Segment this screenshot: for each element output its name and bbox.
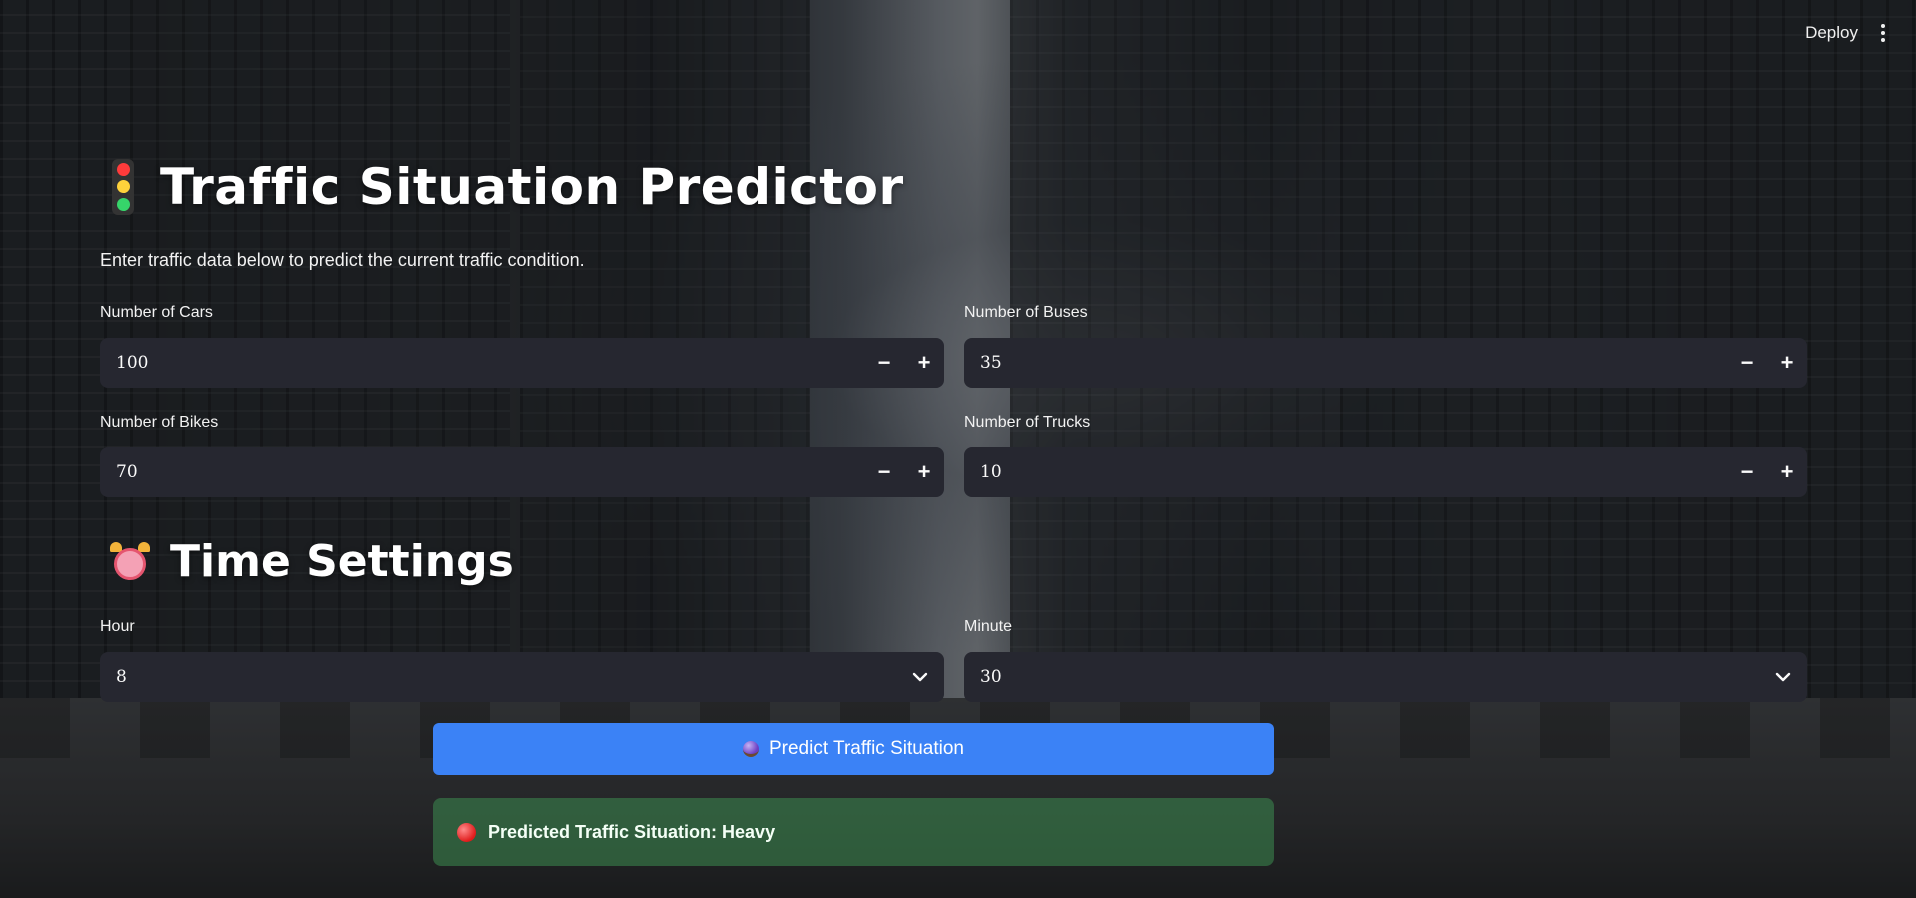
- buses-decrement-button[interactable]: −: [1727, 338, 1767, 388]
- deploy-button[interactable]: Deploy: [1805, 23, 1858, 43]
- predict-button-label: Predict Traffic Situation: [768, 738, 965, 759]
- page-title: Traffic Situation Predictor: [160, 158, 904, 216]
- alarm-clock-icon: [110, 541, 150, 582]
- cars-increment-button[interactable]: +: [904, 338, 944, 388]
- trucks-input[interactable]: 10 − +: [964, 447, 1807, 497]
- buses-input[interactable]: 35 − +: [964, 338, 1807, 388]
- trucks-label: Number of Trucks: [964, 414, 1091, 431]
- chevron-down-icon[interactable]: [896, 672, 944, 682]
- cars-value[interactable]: 100: [100, 353, 864, 373]
- bikes-value[interactable]: 70: [100, 462, 864, 482]
- prediction-result-text: Predicted Traffic Situation: Heavy: [488, 821, 776, 842]
- kebab-menu-icon[interactable]: [1876, 20, 1890, 46]
- cars-input[interactable]: 100 − +: [100, 338, 944, 388]
- predict-button[interactable]: Predict Traffic Situation: [433, 723, 1274, 775]
- time-settings-heading-row: Time Settings: [110, 536, 514, 587]
- app-header: Deploy: [1805, 0, 1916, 66]
- time-settings-heading: Time Settings: [170, 536, 514, 587]
- buses-value[interactable]: 35: [964, 353, 1727, 373]
- buses-increment-button[interactable]: +: [1767, 338, 1807, 388]
- traffic-light-icon: [112, 159, 134, 215]
- prediction-result: Predicted Traffic Situation: Heavy: [433, 798, 1274, 866]
- hour-select[interactable]: 8: [100, 652, 944, 702]
- crystal-ball-icon: [742, 741, 759, 757]
- bikes-label: Number of Bikes: [100, 414, 219, 431]
- cars-label: Number of Cars: [100, 304, 213, 321]
- minute-select[interactable]: 30: [964, 652, 1807, 702]
- hour-label: Hour: [100, 618, 135, 635]
- trucks-decrement-button[interactable]: −: [1727, 447, 1767, 497]
- bikes-increment-button[interactable]: +: [904, 447, 944, 497]
- trucks-increment-button[interactable]: +: [1767, 447, 1807, 497]
- hour-value: 8: [116, 667, 127, 687]
- minute-label: Minute: [964, 618, 1013, 635]
- bikes-input[interactable]: 70 − +: [100, 447, 944, 497]
- bikes-decrement-button[interactable]: −: [864, 447, 904, 497]
- red-circle-icon: [457, 822, 476, 842]
- title-row: Traffic Situation Predictor: [100, 158, 904, 216]
- cars-decrement-button[interactable]: −: [864, 338, 904, 388]
- page-subtitle: Enter traffic data below to predict the …: [100, 250, 585, 270]
- buses-label: Number of Buses: [964, 304, 1088, 321]
- trucks-value[interactable]: 10: [964, 462, 1727, 482]
- chevron-down-icon[interactable]: [1759, 672, 1807, 682]
- minute-value: 30: [980, 667, 1002, 687]
